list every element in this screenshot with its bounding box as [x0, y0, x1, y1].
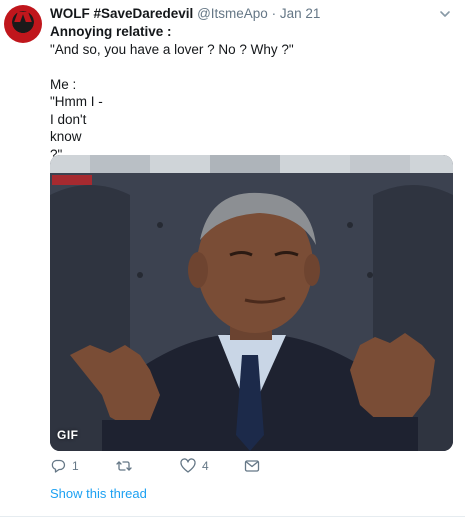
reply-count: 1 — [72, 459, 79, 473]
chevron-down-icon[interactable] — [439, 8, 451, 20]
retweet-icon — [116, 461, 132, 471]
avatar-horn-right — [22, 12, 32, 22]
show-thread-link[interactable]: Show this thread — [50, 486, 147, 501]
tweet-actions: 1 4 — [50, 458, 450, 478]
gif-frame — [50, 155, 453, 451]
tweet-header: WOLF #SaveDaredevil @ItsmeApo · Jan 21 — [50, 6, 320, 21]
reply-icon — [51, 459, 66, 473]
like-count: 4 — [202, 459, 209, 473]
message-button[interactable] — [244, 458, 260, 474]
tweet-line: "And so, you have a lover ? No ? Why ?" — [50, 41, 294, 57]
retweet-button[interactable] — [116, 458, 138, 474]
envelope-icon — [244, 460, 260, 472]
display-name[interactable]: WOLF #SaveDaredevil — [50, 6, 193, 21]
avatar[interactable] — [4, 5, 42, 43]
gif-badge: GIF — [57, 428, 79, 442]
tweet-line — [50, 58, 450, 76]
tweet-line: I don't — [50, 111, 87, 127]
tweet-line: Me : — [50, 76, 77, 92]
gif-media[interactable]: GIF — [50, 155, 453, 451]
tweet[interactable]: WOLF #SaveDaredevil @ItsmeApo · Jan 21 A… — [0, 0, 465, 517]
user-handle[interactable]: @ItsmeApo — [197, 6, 268, 21]
like-button[interactable]: 4 — [180, 458, 209, 474]
tweet-date[interactable]: Jan 21 — [280, 6, 321, 21]
reply-button[interactable]: 1 — [50, 458, 79, 474]
tweet-line: know — [50, 129, 82, 144]
tweet-line: Annoying relative : — [50, 24, 172, 39]
tweet-text: Annoying relative : "And so, you have a … — [50, 23, 450, 163]
tweet-line: "Hmm I - — [50, 94, 103, 109]
separator-dot: · — [271, 6, 277, 21]
heart-icon — [180, 458, 196, 473]
